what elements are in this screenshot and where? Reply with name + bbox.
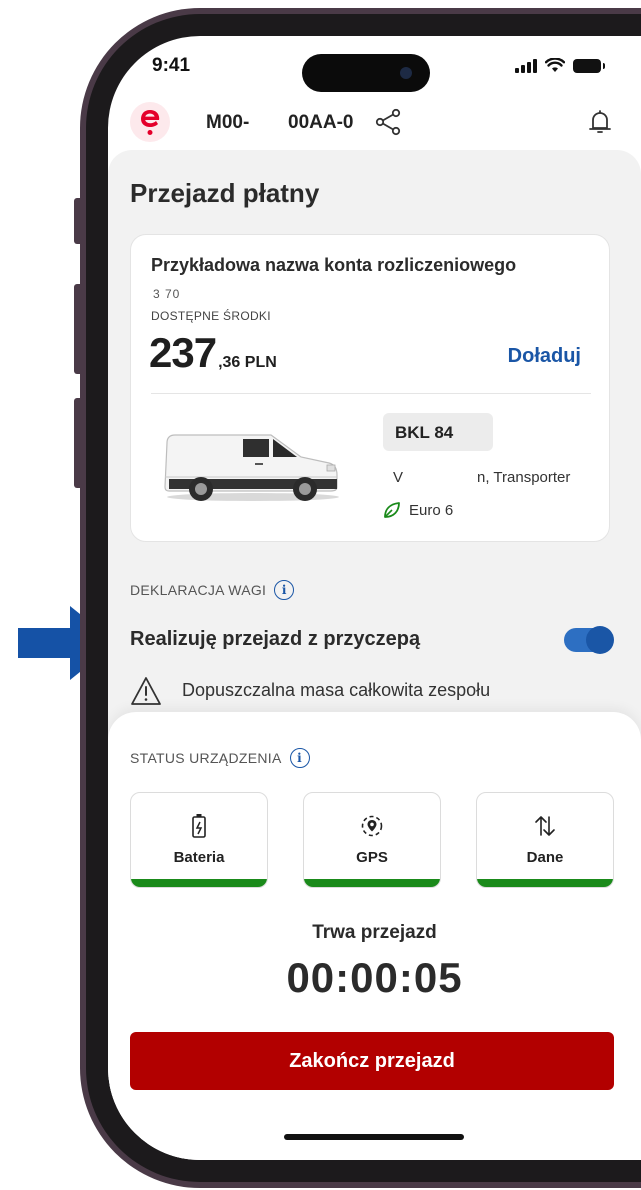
van-image [164, 434, 339, 501]
warning-icon [131, 677, 161, 705]
vehicle-model-name: n, Transporter [477, 469, 571, 486]
vehicle-model-make: V [393, 469, 404, 486]
trailer-toggle-label: Realizuję przejazd z przyczepą [130, 628, 421, 650]
phone-screen: 9:41 M00- 00AA-0 Przejazd płatny Przykła… [108, 36, 641, 1160]
balance-decimal: ,36 PLN [218, 354, 277, 371]
status-time: 9:41 [152, 55, 191, 76]
bell-icon[interactable] [589, 108, 611, 136]
emission-class: Euro 6 [383, 501, 453, 519]
emission-label: Euro 6 [409, 501, 454, 519]
ride-status: Trwa przejazd [312, 922, 437, 943]
data-tile[interactable]: Dane [476, 792, 614, 888]
vehicle-plate-prefix: M00- [206, 112, 250, 133]
share-icon[interactable] [374, 108, 402, 136]
balance-amount: 237 ,36 PLN [149, 329, 277, 377]
app-header: M00- 00AA-0 [108, 98, 641, 154]
status-bar: 9:41 [108, 36, 641, 106]
gps-status-bar [304, 879, 440, 887]
battery-status-bar [131, 879, 267, 887]
balance-integer: 237 [149, 329, 217, 376]
end-ride-button[interactable]: Zakończ przejazd [130, 1032, 614, 1090]
device-info-icon[interactable]: i [289, 748, 310, 768]
home-indicator[interactable] [284, 1134, 464, 1140]
battery-status-icon [573, 58, 605, 73]
data-transfer-icon [535, 816, 555, 836]
gps-tile-label: GPS [356, 849, 388, 866]
device-status-tiles: Bateria GPS Dane [130, 792, 614, 888]
device-status-label: STATUS URZĄDZENIA i [130, 748, 310, 768]
account-number: 3 70 [153, 287, 181, 301]
account-card: Przykładowa nazwa konta rozliczeniowego … [130, 234, 610, 542]
leaf-icon [384, 502, 400, 518]
account-name: Przykładowa nazwa konta rozliczeniowego [151, 255, 517, 275]
app-logo[interactable] [130, 102, 170, 142]
wifi-icon [545, 58, 565, 72]
data-status-bar [477, 879, 613, 887]
topup-link[interactable]: Doładuj [508, 345, 581, 368]
funds-label: DOSTĘPNE ŚRODKI [151, 309, 271, 323]
weight-declaration-label: DEKLARACJA WAGI i [130, 580, 295, 600]
trailer-toggle[interactable] [564, 626, 614, 654]
battery-tile-label: Bateria [173, 849, 225, 866]
data-tile-label: Dane [526, 849, 564, 866]
vehicle-plate: BKL 84 [383, 413, 493, 451]
weight-warning: Dopuszczalna masa całkowita zespołu [130, 676, 490, 706]
ride-bottom-sheet: STATUS URZĄDZENIA i Bateria GPS Dane Trw… [108, 712, 641, 1160]
card-divider [151, 393, 591, 394]
gps-icon [361, 815, 383, 837]
warning-text: Dopuszczalna masa całkowita zespołu [182, 680, 491, 700]
ride-timer: 00:00:05 [286, 954, 463, 1001]
info-icon[interactable]: i [274, 580, 295, 600]
page-title: Przejazd płatny [130, 178, 320, 208]
status-icons [515, 58, 605, 73]
gps-tile[interactable]: GPS [303, 792, 441, 888]
vehicle-plate-suffix: 00AA-0 [288, 112, 354, 133]
battery-charging-icon [192, 814, 206, 838]
signal-icon [515, 58, 537, 73]
logo-icon [141, 110, 160, 135]
battery-tile[interactable]: Bateria [130, 792, 268, 888]
dynamic-island [302, 54, 430, 92]
